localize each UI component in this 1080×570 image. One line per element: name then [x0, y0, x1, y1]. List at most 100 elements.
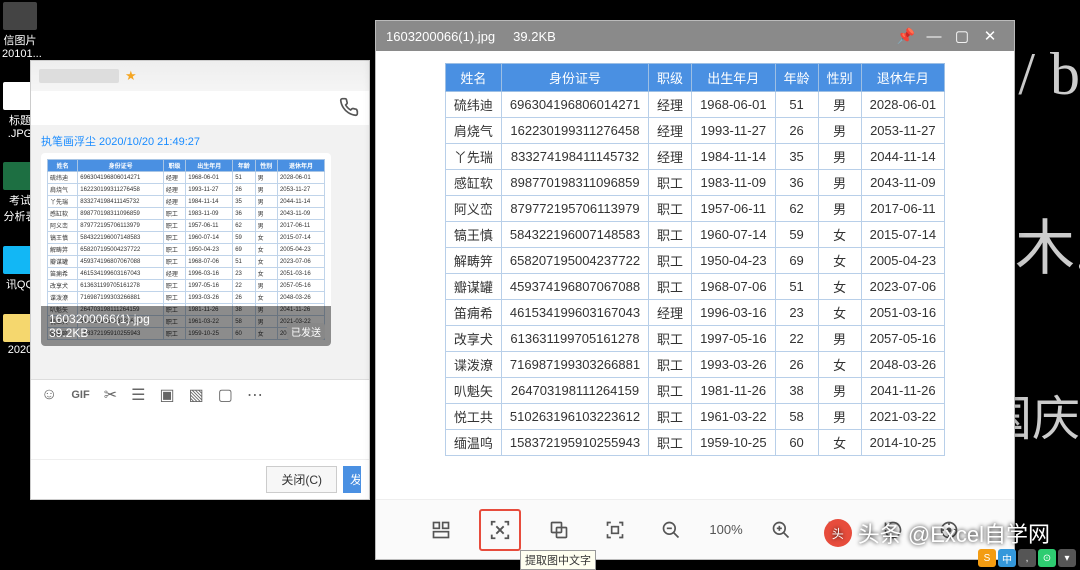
- table-cell: 女: [818, 300, 861, 326]
- table-cell: 1950-04-23: [692, 248, 776, 274]
- zoom-level: 100%: [709, 522, 742, 537]
- crop-icon[interactable]: [597, 512, 633, 548]
- table-cell: 2014-10-25: [861, 430, 945, 456]
- cut-icon[interactable]: ✂: [104, 385, 117, 405]
- zoom-in-icon[interactable]: [763, 512, 799, 548]
- table-cell: 女: [818, 248, 861, 274]
- table-cell: 镐王慎: [445, 222, 501, 248]
- viewer-titlebar: 1603200066(1).jpg 39.2KB 📌 — ▢ ✕: [376, 21, 1014, 51]
- table-cell: 笛痈希: [445, 300, 501, 326]
- table-cell: 264703198111264159: [501, 378, 648, 404]
- table-cell: 1968-07-06: [692, 274, 776, 300]
- image-message-bubble[interactable]: 姓名身份证号职级出生年月年龄性别退休年月 硫纬迪6963041968060142…: [41, 153, 331, 346]
- star-icon[interactable]: ★: [125, 68, 137, 84]
- table-header: 性别: [818, 64, 861, 92]
- table-cell: 898770198311096859: [501, 170, 648, 196]
- table-cell: 职工: [649, 248, 692, 274]
- watermark-text: 头条 @Excel自学网: [858, 517, 1050, 549]
- table-cell: 男: [818, 196, 861, 222]
- table-cell: 69: [775, 248, 818, 274]
- send-button[interactable]: 发: [343, 466, 361, 493]
- table-cell: 谍泼潦: [445, 352, 501, 378]
- table-cell: 59: [775, 222, 818, 248]
- ocr-icon[interactable]: [479, 509, 521, 551]
- table-cell: 60: [775, 430, 818, 456]
- table-cell: 162230199311276458: [501, 118, 648, 144]
- gif-icon[interactable]: GIF: [71, 389, 89, 401]
- tray-icon[interactable]: 中: [998, 549, 1016, 567]
- table-cell: 感缸软: [445, 170, 501, 196]
- table-cell: 2015-07-14: [861, 222, 945, 248]
- maximize-icon[interactable]: ▢: [948, 27, 976, 45]
- tray-icon[interactable]: S: [978, 549, 996, 567]
- desktop-icon[interactable]: 信图片 20101...: [0, 0, 40, 62]
- table-cell: 职工: [649, 378, 692, 404]
- table-cell: 职工: [649, 326, 692, 352]
- table-row: 叭魁矢264703198111264159职工1981-11-2638男2041…: [445, 378, 944, 404]
- table-cell: 男: [818, 118, 861, 144]
- shake-icon[interactable]: ▢: [218, 385, 233, 405]
- table-cell: 女: [818, 430, 861, 456]
- table-cell: 职工: [649, 430, 692, 456]
- table-cell: 2048-03-26: [861, 352, 945, 378]
- chat-input-area[interactable]: [31, 409, 369, 459]
- table-row: 镐王慎584322196007148583职工1960-07-1459女2015…: [445, 222, 944, 248]
- pin-icon[interactable]: 📌: [892, 27, 920, 45]
- table-cell: 658207195004237722: [501, 248, 648, 274]
- table-cell: 缅温呜: [445, 430, 501, 456]
- close-button[interactable]: 关闭(C): [266, 466, 337, 493]
- table-cell: 改享犬: [445, 326, 501, 352]
- chat-body: 执笔画浮尘 2020/10/20 21:49:27 姓名身份证号职级出生年月年龄…: [31, 125, 369, 379]
- table-header: 年龄: [775, 64, 818, 92]
- minimize-icon[interactable]: —: [920, 28, 948, 45]
- table-cell: 1984-11-14: [692, 144, 776, 170]
- tray-icon[interactable]: ▾: [1058, 549, 1076, 567]
- chat-footer: 关闭(C) 发: [31, 459, 369, 499]
- emoji-icon[interactable]: ☺: [41, 386, 57, 404]
- more-icon[interactable]: ⋯: [247, 385, 263, 405]
- table-cell: 女: [818, 274, 861, 300]
- text-icon[interactable]: ☰: [131, 385, 145, 405]
- folder-icon[interactable]: ▣: [159, 385, 174, 405]
- table-header: 身份证号: [501, 64, 648, 92]
- table-cell: 解畴笄: [445, 248, 501, 274]
- table-cell: 1959-10-25: [692, 430, 776, 456]
- table-cell: 1960-07-14: [692, 222, 776, 248]
- table-cell: 1961-03-22: [692, 404, 776, 430]
- table-cell: 男: [818, 144, 861, 170]
- chat-header: ★: [31, 61, 369, 91]
- tray-icon[interactable]: ,: [1018, 549, 1036, 567]
- image-icon[interactable]: ▧: [189, 385, 204, 405]
- sent-tag: 已发送: [287, 323, 325, 340]
- table-cell: 硫纬迪: [445, 92, 501, 118]
- table-row: 硫纬迪696304196806014271经理1968-06-0151男2028…: [445, 92, 944, 118]
- table-cell: 36: [775, 170, 818, 196]
- table-cell: 461534199603167043: [501, 300, 648, 326]
- table-cell: 2028-06-01: [861, 92, 945, 118]
- table-row: 肩烧气162230199311276458经理1993-11-2726男2053…: [445, 118, 944, 144]
- chat-window: ★ 执笔画浮尘 2020/10/20 21:49:27 姓名身份证号职级出生年月…: [30, 60, 370, 500]
- chalk-doodle: / b: [1018, 40, 1080, 109]
- close-icon[interactable]: ✕: [976, 27, 1004, 45]
- table-cell: 2017-06-11: [861, 196, 945, 222]
- tray-icon[interactable]: ⊙: [1038, 549, 1056, 567]
- table-cell: 1981-11-26: [692, 378, 776, 404]
- collage-icon[interactable]: [423, 512, 459, 548]
- table-cell: 51: [775, 274, 818, 300]
- table-header: 退休年月: [861, 64, 945, 92]
- table-cell: 459374196807067088: [501, 274, 648, 300]
- zoom-out-icon[interactable]: [653, 512, 689, 548]
- table-cell: 阿义峦: [445, 196, 501, 222]
- table-cell: 经理: [649, 92, 692, 118]
- system-tray: S 中 , ⊙ ▾: [978, 549, 1076, 567]
- table-cell: 62: [775, 196, 818, 222]
- table-cell: 158372195910255943: [501, 430, 648, 456]
- translate-icon[interactable]: [541, 512, 577, 548]
- table-cell: 22: [775, 326, 818, 352]
- viewer-filesize: 39.2KB: [513, 29, 556, 44]
- image-viewer-window: 1603200066(1).jpg 39.2KB 📌 — ▢ ✕ 姓名身份证号职…: [375, 20, 1015, 560]
- contact-name: [39, 69, 119, 83]
- thumb-filename: 1603200066(1).jpg: [49, 312, 323, 326]
- phone-icon[interactable]: [339, 97, 359, 119]
- table-cell: 2021-03-22: [861, 404, 945, 430]
